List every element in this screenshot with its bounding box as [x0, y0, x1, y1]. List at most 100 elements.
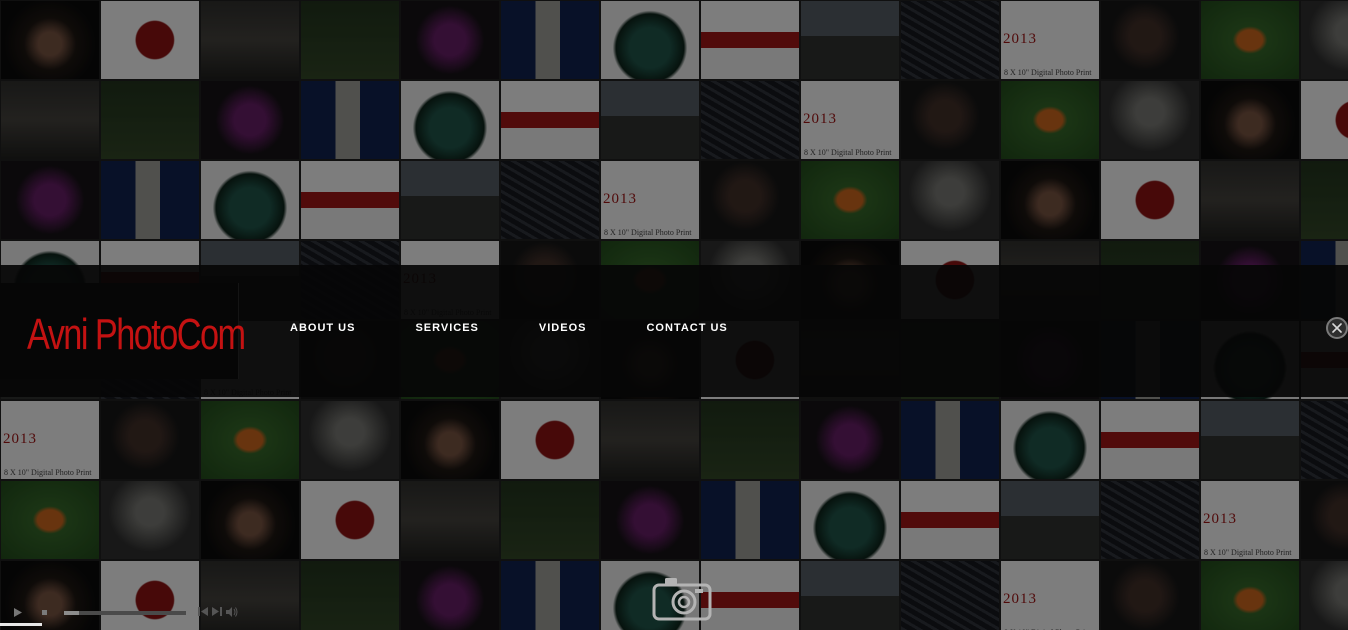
photo-tile-peacock — [800, 480, 900, 560]
next-icon[interactable] — [212, 607, 222, 616]
photo-tile-deer — [500, 480, 600, 560]
photo-tile-bottle — [500, 0, 600, 80]
photo-tile-roads — [900, 560, 1000, 630]
photo-tile-peacock — [200, 160, 300, 240]
photo-tile-guitar — [1100, 160, 1200, 240]
active-indicator — [0, 623, 42, 626]
photo-tile-bird — [200, 80, 300, 160]
photo-tile-fort — [800, 560, 900, 630]
photo-tile-boy — [900, 80, 1000, 160]
previous-icon[interactable] — [198, 607, 208, 616]
photo-tile-fort — [1200, 400, 1300, 480]
photo-tile-food — [1100, 400, 1200, 480]
photo-tile-fort — [600, 80, 700, 160]
page: 2013 8 X 10" Digital Photo Print 2013 8 X 1… — [0, 0, 1348, 630]
photo-tile-boy — [1300, 480, 1348, 560]
photo-tile-bottle — [300, 80, 400, 160]
photo-tile-print: 20138 X 10" Digital Photo Print — [1000, 0, 1100, 80]
camera-icon — [652, 578, 712, 621]
print-size-label: 8 X 10" Digital Photo Print — [1204, 548, 1292, 557]
close-button[interactable] — [1326, 317, 1348, 339]
photo-tile-bird — [800, 400, 900, 480]
photo-tile-fort — [800, 0, 900, 80]
volume-icon[interactable] — [226, 607, 238, 617]
photo-tile-hand — [400, 400, 500, 480]
photo-tile-clouds — [100, 480, 200, 560]
nav-item-videos[interactable]: VIDEOS — [539, 322, 587, 334]
photo-tile-deer — [1300, 160, 1348, 240]
photo-tile-fort — [400, 160, 500, 240]
photo-tile-print: 20138 X 10" Digital Photo Print — [1000, 560, 1100, 630]
nav-item-about-us[interactable]: ABOUT US — [290, 322, 355, 334]
progress-slider[interactable] — [64, 611, 186, 615]
photo-tile-bottle — [500, 560, 600, 630]
photo-tile-guitar — [300, 480, 400, 560]
photo-tile-peacock — [600, 0, 700, 80]
photo-tile-statues — [200, 0, 300, 80]
photo-tile-clouds — [900, 160, 1000, 240]
photo-tile-peacock — [1000, 400, 1100, 480]
photo-tile-hand — [0, 0, 100, 80]
print-size-label: 8 X 10" Digital Photo Print — [1004, 68, 1092, 77]
photo-tile-boy — [100, 400, 200, 480]
photo-tile-food — [900, 480, 1000, 560]
main-nav: ABOUT US SERVICES VIDEOS CONTACT US — [290, 322, 788, 334]
print-year-label: 2013 — [3, 431, 37, 447]
photo-tile-roads — [900, 0, 1000, 80]
nav-item-contact-us[interactable]: CONTACT US — [646, 322, 727, 334]
photo-tile-statues — [400, 480, 500, 560]
photo-tile-fish — [1000, 80, 1100, 160]
photo-tile-bird — [400, 0, 500, 80]
logo-text: Avni PhotoCom — [27, 310, 246, 359]
photo-tile-roads — [700, 80, 800, 160]
nav-item-services[interactable]: SERVICES — [415, 322, 478, 334]
photo-tile-bird — [0, 160, 100, 240]
stop-icon[interactable] — [42, 610, 47, 615]
logo[interactable]: Avni PhotoCom — [0, 283, 246, 379]
photo-tile-bottle — [100, 160, 200, 240]
photo-tile-clouds — [1300, 560, 1348, 630]
player-controls — [198, 607, 238, 617]
photo-tile-hand — [1200, 80, 1300, 160]
photo-tile-food — [700, 0, 800, 80]
photo-tile-bird — [400, 560, 500, 630]
photo-tile-hand — [200, 480, 300, 560]
photo-tile-deer — [300, 560, 400, 630]
progress-fill — [64, 611, 79, 615]
photo-tile-fish — [1200, 560, 1300, 630]
print-year-label: 2013 — [1203, 511, 1237, 527]
camera-button[interactable] — [651, 575, 713, 621]
photo-tile-bottle — [700, 480, 800, 560]
print-size-label: 8 X 10" Digital Photo Print — [604, 228, 692, 237]
photo-tile-food — [300, 160, 400, 240]
photo-tile-fish — [0, 480, 100, 560]
print-year-label: 2013 — [803, 111, 837, 127]
photo-tile-deer — [300, 0, 400, 80]
print-size-label: 8 X 10" Digital Photo Print — [4, 468, 92, 477]
photo-tile-guitar — [100, 0, 200, 80]
photo-tile-deer — [700, 400, 800, 480]
photo-tile-clouds — [1100, 80, 1200, 160]
photo-tile-roads — [1100, 480, 1200, 560]
photo-tile-hand — [1000, 160, 1100, 240]
header-band: Avni PhotoCom ABOUT US SERVICES VIDEOS C… — [0, 265, 1348, 397]
photo-tile-statues — [600, 400, 700, 480]
close-icon — [1332, 323, 1342, 333]
photo-tile-roads — [500, 160, 600, 240]
play-icon[interactable] — [14, 608, 22, 617]
photo-tile-deer — [100, 80, 200, 160]
photo-tile-boy — [1100, 560, 1200, 630]
photo-tile-fish — [1200, 0, 1300, 80]
photo-tile-roads — [1300, 400, 1348, 480]
photo-tile-print: 2013 8 X 10" Digital Photo Print — [600, 160, 700, 240]
photo-tile-guitar — [500, 400, 600, 480]
print-size-label: 8 X 10" Digital Photo Print — [804, 148, 892, 157]
photo-tile-print: 2013 8 X 10" Digital Photo Print — [0, 400, 100, 480]
photo-tile-print: 2013 8 X 10" Digital Photo Print — [800, 80, 900, 160]
photo-tile-boy — [700, 160, 800, 240]
photo-tile-statues — [1200, 160, 1300, 240]
photo-tile-bird — [600, 480, 700, 560]
photo-tile-clouds — [300, 400, 400, 480]
print-year-label: 2013 — [603, 191, 637, 207]
photo-tile-guitar — [1300, 80, 1348, 160]
